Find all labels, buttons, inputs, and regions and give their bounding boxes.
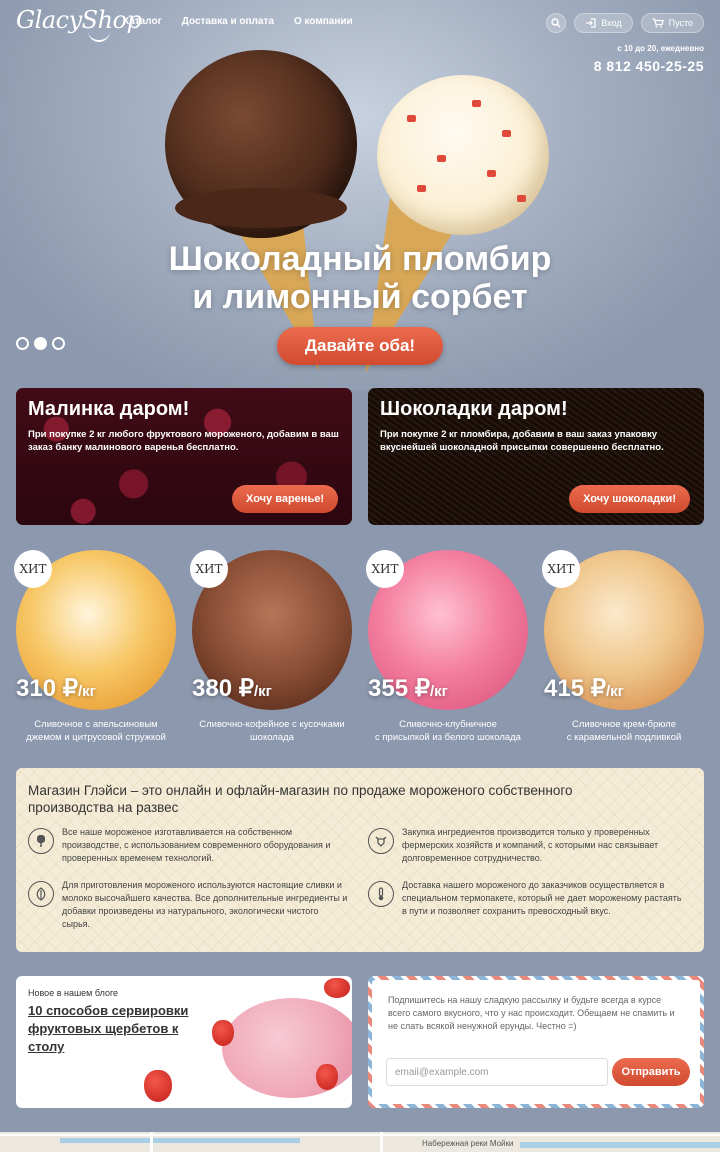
promo-text: При покупке 2 кг пломбира, добавим в ваш…	[380, 429, 664, 453]
login-icon	[586, 18, 596, 28]
promo-raspberry: Малинка даром! При покупке 2 кг любого ф…	[16, 388, 352, 525]
feature-text: Доставка нашего мороженого до заказчиков…	[402, 880, 682, 916]
main-nav: Каталог Доставка и оплата О компании	[123, 16, 353, 27]
strawberry-image	[212, 1020, 234, 1046]
hit-badge: ХИТ	[542, 550, 580, 588]
feature-text: Все наше мороженое изготавливается на со…	[62, 827, 331, 863]
hit-badge: ХИТ	[14, 550, 52, 588]
product-name[interactable]: Сливочное крем-брюле с карамельной подлив…	[544, 718, 704, 744]
search-icon	[551, 18, 561, 28]
slider-dot-2[interactable]	[34, 337, 47, 350]
product-name[interactable]: Сливочно-кофейное с кусочками шоколада	[192, 718, 352, 744]
promo-text: При покупке 2 кг любого фруктового морож…	[28, 429, 339, 453]
leaf-icon	[28, 881, 54, 907]
hero-slider: GlacyShop Каталог Доставка и оплата О ко…	[0, 0, 720, 390]
nav-about[interactable]: О компании	[294, 16, 353, 27]
subscribe-button[interactable]: Отправить	[612, 1058, 690, 1086]
feature-item: Все наше мороженое изготавливается на со…	[28, 826, 348, 865]
working-hours: с 10 до 20, ежедневно	[617, 44, 704, 53]
nav-catalog[interactable]: Каталог	[123, 16, 162, 27]
hero-title-line1: Шоколадный пломбир	[168, 240, 552, 278]
ice-cream-icon	[28, 828, 54, 854]
newsletter-box: Подпишитесь на нашу сладкую рассылку и б…	[368, 976, 704, 1108]
product-price: 355 ₽/кг	[368, 675, 448, 702]
cart-label: Пусто	[668, 18, 693, 28]
feature-item: Для приготовления мороженого используютс…	[28, 879, 348, 931]
product-card[interactable]: ХИТ 355 ₽/кг Сливочно-клубничное с присып…	[366, 550, 528, 744]
slider-dot-3[interactable]	[52, 337, 65, 350]
blog-teaser: Новое в нашем блоге 10 способов сервиров…	[16, 976, 352, 1108]
river	[60, 1138, 300, 1143]
store-map[interactable]: Набережная реки Мойки	[0, 1132, 720, 1152]
email-input[interactable]	[386, 1058, 608, 1086]
product-price: 310 ₽/кг	[16, 675, 96, 702]
hero-cta-button[interactable]: Давайте оба!	[277, 327, 443, 365]
road	[150, 1132, 153, 1152]
product-price: 380 ₽/кг	[192, 675, 272, 702]
product-card[interactable]: ХИТ 380 ₽/кг Сливочно-кофейное с кусочка…	[190, 550, 352, 744]
newsletter-inner: Подпишитесь на нашу сладкую рассылку и б…	[372, 980, 700, 1104]
about-title: Магазин Глэйси – это онлайн и офлайн-маг…	[28, 783, 573, 815]
promo-title: Малинка даром!	[28, 398, 190, 420]
header-actions: Вход Пусто	[546, 13, 704, 33]
login-label: Вход	[601, 18, 622, 28]
cow-icon	[368, 828, 394, 854]
feature-text: Для приготовления мороженого используютс…	[62, 880, 348, 929]
nav-delivery[interactable]: Доставка и оплата	[182, 16, 274, 27]
search-button[interactable]	[546, 13, 567, 33]
hero-title: Шоколадный пломбир и лимонный сорбет	[0, 240, 720, 316]
feature-item: Доставка нашего мороженого до заказчиков…	[368, 879, 688, 918]
hit-badge: ХИТ	[190, 550, 228, 588]
promo-title: Шоколадки даром!	[380, 398, 568, 420]
newsletter-text: Подпишитесь на нашу сладкую рассылку и б…	[388, 995, 675, 1031]
cart-icon	[652, 18, 664, 28]
strawberry-image	[144, 1070, 172, 1102]
lemon-sorbet-scoop-image	[377, 75, 549, 235]
product-name[interactable]: Сливочно-клубничное с присыпкой из белого…	[368, 718, 528, 744]
product-card[interactable]: ХИТ 415 ₽/кг Сливочное крем-брюле с карам…	[542, 550, 704, 744]
feature-text: Закупка ингредиентов производится только…	[402, 827, 659, 863]
phone-number[interactable]: 8 812 450-25-25	[594, 58, 704, 74]
login-button[interactable]: Вход	[574, 13, 633, 33]
slider-dots	[16, 337, 65, 350]
feature-item: Закупка ингредиентов производится только…	[368, 826, 688, 865]
cart-button[interactable]: Пусто	[640, 13, 704, 33]
product-card[interactable]: ХИТ 310 ₽/кг Сливочное с апельсиновым дже…	[14, 550, 176, 744]
slider-dot-1[interactable]	[16, 337, 29, 350]
promo-jam-button[interactable]: Хочу варенье!	[232, 485, 338, 513]
hero-title-line2: и лимонный сорбет	[192, 278, 528, 316]
strawberry-image	[324, 978, 350, 998]
blog-post-link[interactable]: 10 способов сервировки фруктовых щербето…	[28, 1002, 203, 1056]
thermometer-icon	[368, 881, 394, 907]
promo-chocolate-button[interactable]: Хочу шоколадки!	[569, 485, 690, 513]
hit-badge: ХИТ	[366, 550, 404, 588]
map-street-label: Набережная реки Мойки	[422, 1139, 514, 1148]
road	[0, 1134, 720, 1136]
river	[520, 1142, 720, 1148]
about-section: Магазин Глэйси – это онлайн и офлайн-маг…	[16, 768, 704, 952]
product-price: 415 ₽/кг	[544, 675, 624, 702]
promo-chocolate: Шоколадки даром! При покупке 2 кг пломби…	[368, 388, 704, 525]
chocolate-scoop-image	[165, 50, 357, 238]
logo-swirl	[88, 30, 110, 42]
blog-kicker: Новое в нашем блоге	[28, 988, 119, 998]
strawberry-image	[316, 1064, 338, 1090]
road	[380, 1132, 383, 1152]
product-name[interactable]: Сливочное с апельсиновым джемом и цитрусо…	[16, 718, 176, 744]
